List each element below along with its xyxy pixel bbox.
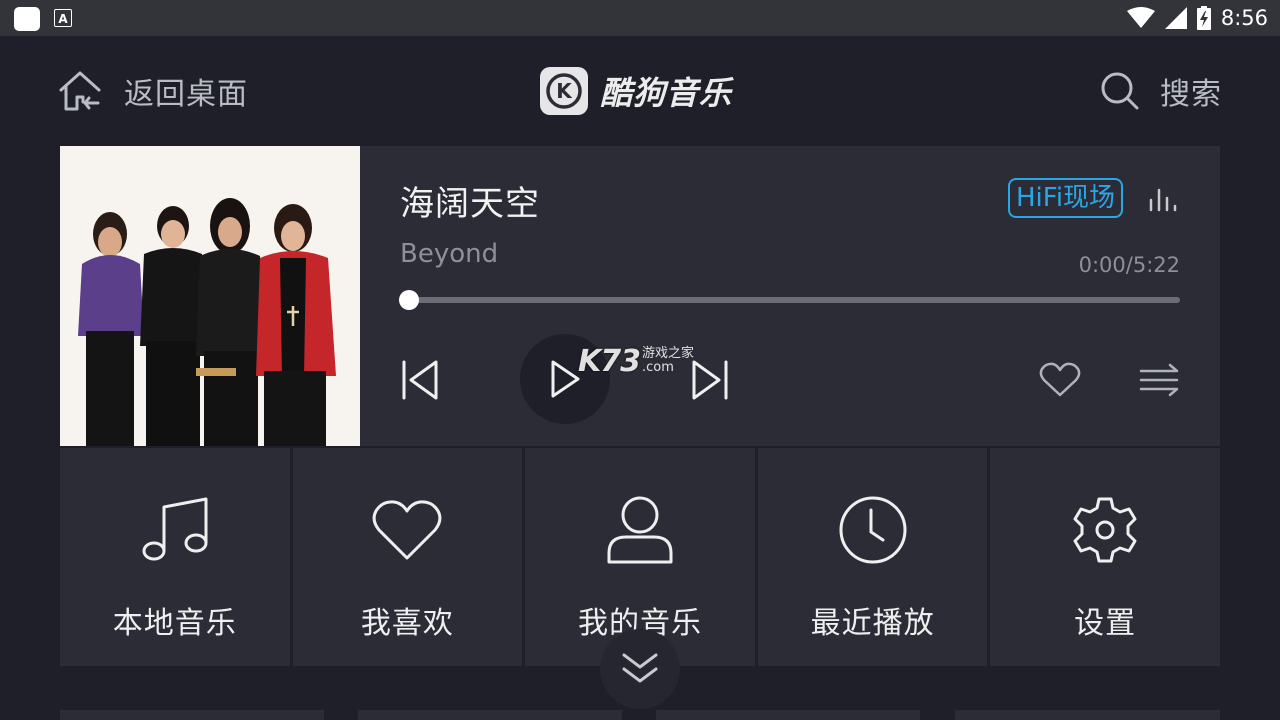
play-mode-button[interactable]	[1136, 358, 1184, 402]
kugou-logo-icon: K	[540, 67, 588, 115]
gear-icon	[1065, 490, 1145, 570]
app-header: 返回桌面 K 酷狗音乐 搜索	[0, 36, 1280, 146]
status-bar-right: 8:56	[1126, 0, 1268, 36]
song-title: 海阔天空	[400, 184, 540, 224]
preview-card	[60, 710, 324, 720]
menu-label: 最近播放	[810, 606, 935, 641]
artist-name: Beyond	[400, 239, 499, 269]
k73-watermark: K73 游戏之家 .com	[578, 344, 694, 379]
preview-card	[358, 710, 622, 720]
user-icon	[600, 490, 680, 570]
heart-outline-icon	[1039, 362, 1081, 397]
menu-label: 本地音乐	[112, 606, 237, 641]
hifi-live-badge[interactable]: HiFi现场	[1008, 178, 1124, 218]
back-to-desktop-label: 返回桌面	[124, 77, 248, 112]
signal-icon	[1164, 7, 1187, 29]
notification-app-icon	[14, 7, 40, 31]
preview-card	[955, 710, 1220, 720]
menu-label: 我喜欢	[360, 606, 454, 641]
watermark-bottom: .com	[642, 360, 674, 375]
app-name: 酷狗音乐	[600, 74, 733, 112]
preview-card	[656, 710, 920, 720]
play-icon	[551, 360, 580, 398]
playback-time: 0:00/5:22	[1078, 253, 1180, 277]
next-icon	[692, 360, 728, 400]
status-time: 8:56	[1220, 6, 1268, 30]
wifi-icon	[1126, 7, 1155, 28]
heart-icon	[367, 490, 447, 570]
watermark-top: 游戏之家	[642, 346, 695, 361]
previous-icon	[402, 360, 438, 400]
equalizer-icon[interactable]	[1148, 186, 1180, 212]
menu-item-recently-played[interactable]: 最近播放	[757, 448, 988, 666]
battery-charging-icon	[1196, 6, 1211, 30]
album-cover[interactable]	[60, 146, 360, 446]
search-label: 搜索	[1160, 77, 1222, 112]
menu-item-local-music[interactable]: 本地音乐	[60, 448, 290, 666]
menu-item-settings[interactable]: 设置	[990, 448, 1220, 666]
progress-knob[interactable]	[399, 290, 419, 310]
svg-text:K: K	[556, 79, 573, 103]
clock-icon	[833, 490, 913, 570]
status-bar: A 8:56	[0, 0, 1280, 36]
watermark-main: K73	[578, 344, 641, 379]
previous-button[interactable]	[396, 356, 444, 404]
now-playing-card: 海阔天空 HiFi现场 Beyond 0:00/5:22 K73 游戏之家 .c…	[60, 146, 1220, 446]
favorite-button[interactable]	[1036, 358, 1084, 402]
notification-a-icon: A	[54, 9, 72, 27]
music-note-icon	[135, 490, 215, 570]
progress-bar[interactable]	[399, 290, 1180, 310]
menu-label: 设置	[1074, 606, 1137, 641]
sequential-play-icon	[1139, 363, 1179, 397]
app-logo: K 酷狗音乐	[540, 66, 732, 116]
search-button[interactable]: 搜索	[1100, 68, 1222, 114]
expand-button[interactable]	[600, 629, 680, 709]
search-icon	[1101, 72, 1139, 110]
home-icon	[59, 71, 101, 111]
chevron-double-down-icon	[622, 653, 658, 683]
menu-item-favorites[interactable]: 我喜欢	[292, 448, 523, 666]
next-row-preview	[60, 710, 1220, 720]
back-to-desktop-button[interactable]: 返回桌面	[58, 68, 248, 114]
